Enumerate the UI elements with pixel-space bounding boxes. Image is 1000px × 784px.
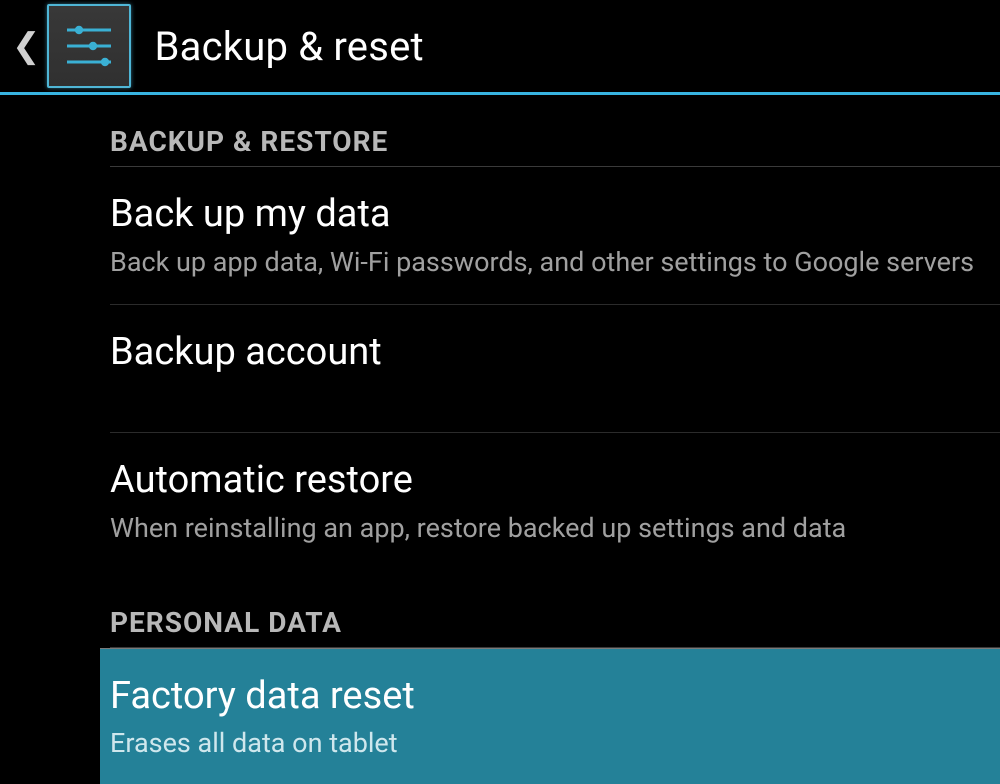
item-title: Automatic restore [110, 457, 982, 505]
section-backup-restore: BACKUP & RESTORE Back up my data Back up… [0, 95, 1000, 648]
section-header-backup-restore: BACKUP & RESTORE [110, 95, 1000, 167]
item-summary: Erases all data on tablet [110, 726, 982, 761]
item-summary: When reinstalling an app, restore backed… [110, 511, 982, 546]
item-factory-data-reset[interactable]: Factory data reset Erases all data on ta… [100, 648, 1000, 784]
settings-icon [47, 4, 131, 88]
section-header-personal-data: PERSONAL DATA [110, 570, 1000, 648]
settings-list: BACKUP & RESTORE Back up my data Back up… [0, 95, 1000, 784]
item-title: Factory data reset [110, 673, 982, 721]
item-summary: Back up app data, Wi-Fi passwords, and o… [110, 245, 982, 280]
back-icon[interactable]: ❮ [12, 29, 41, 63]
action-bar[interactable]: ❮ Backup & reset [0, 0, 1000, 92]
item-back-up-my-data[interactable]: Back up my data Back up app data, Wi-Fi … [110, 167, 1000, 305]
item-title: Back up my data [110, 191, 982, 239]
item-backup-account[interactable]: Backup account [110, 305, 1000, 434]
item-automatic-restore[interactable]: Automatic restore When reinstalling an a… [110, 433, 1000, 570]
item-title: Backup account [110, 329, 982, 377]
page-title: Backup & reset [155, 23, 424, 70]
